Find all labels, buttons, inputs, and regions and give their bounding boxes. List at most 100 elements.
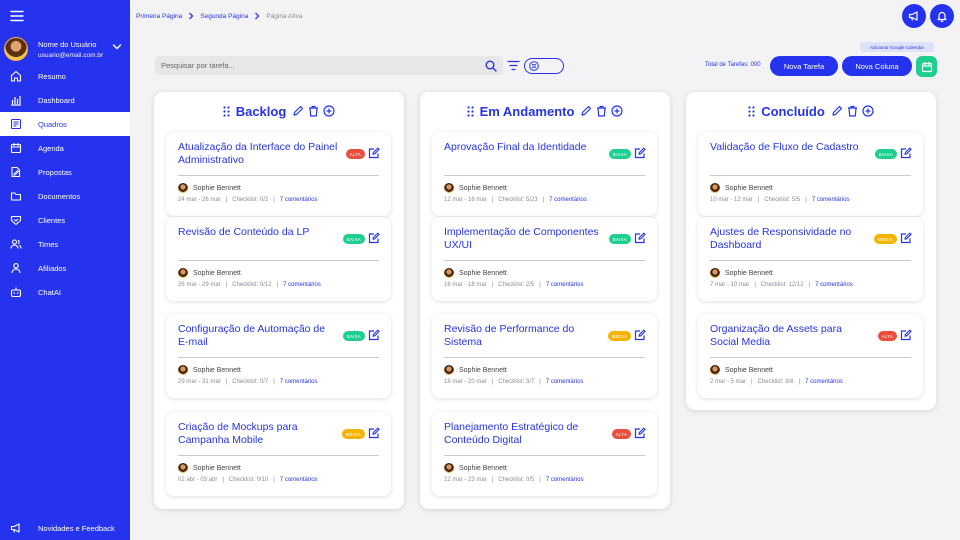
edit-column-icon[interactable] [292, 105, 304, 117]
add-card-icon[interactable] [611, 105, 624, 117]
edit-icon[interactable] [634, 427, 646, 439]
column-header: Backlog [154, 92, 404, 130]
add-card-icon[interactable] [323, 105, 335, 117]
card-title[interactable]: Ajustes de Responsividade no Dashboard [710, 226, 870, 252]
card-dates: 18 mar - 20 mar [444, 379, 487, 385]
sidebar-item-resumo[interactable]: Resumo [0, 64, 130, 88]
chevron-down-icon[interactable] [112, 43, 122, 51]
sidebar-item-label: Dashboard [38, 95, 75, 105]
card-title[interactable]: Revisão de Conteúdo da LP [178, 226, 338, 239]
card-title[interactable]: Implementação de Componentes UX/UI [444, 226, 604, 252]
google-calendar-button[interactable]: Adicionar Google Calendar [860, 42, 934, 52]
task-card[interactable]: Configuração de Automação de E-mail BAIXA… [166, 314, 391, 398]
meta-separator: | [225, 282, 228, 288]
edit-icon[interactable] [368, 427, 380, 439]
search-icon[interactable] [485, 60, 497, 72]
sidebar-item-clientes[interactable]: Clientes [0, 208, 130, 232]
card-comments-link[interactable]: 7 comentários [280, 379, 318, 385]
priority-badge: BAIXA [608, 149, 631, 159]
task-card[interactable]: Atualização da Interface do Painel Admin… [166, 132, 391, 216]
delete-column-icon[interactable] [596, 105, 607, 117]
sidebar-item-afiliados[interactable]: Afiliados [0, 256, 130, 280]
sidebar-item-dashboard[interactable]: Dashboard [0, 88, 130, 112]
edit-icon[interactable] [368, 147, 380, 159]
sidebar-item-label: Clientes [38, 215, 66, 225]
avatar [178, 183, 188, 193]
user-profile[interactable]: Nome do Usuário usuario@email.com.br [4, 35, 128, 63]
edit-icon[interactable] [900, 147, 912, 159]
add-card-icon[interactable] [862, 105, 874, 117]
task-card[interactable]: Revisão de Conteúdo da LP BAIXA Sophie Ben… [166, 217, 391, 301]
card-meta: 02 abr - 03 abr | Checklist: 0/10 | 7 coment… [178, 477, 318, 483]
task-card[interactable]: Ajustes de Responsividade no Dashboard MÉ… [698, 217, 923, 301]
sidebar-item-documentos[interactable]: Documentos [0, 184, 130, 208]
meta-separator: | [491, 477, 494, 483]
card-assignee: Sophie Bennett [178, 463, 241, 473]
card-comments-link[interactable]: 7 comentários [283, 282, 321, 288]
breadcrumb-link[interactable]: Segunda Página [200, 13, 248, 20]
drag-handle-icon[interactable] [466, 105, 474, 117]
card-comments-link[interactable]: 7 comentários [805, 379, 843, 385]
task-card[interactable]: Aprovação Final da Identidade BAIXA Sophie… [432, 132, 657, 216]
edit-column-icon[interactable] [580, 105, 592, 117]
breadcrumb-link[interactable]: Primeira Página [136, 13, 182, 20]
card-title[interactable]: Organização de Assets para Social Media [710, 323, 870, 349]
card-dates: 12 mar - 16 mar [444, 197, 487, 203]
new-column-button[interactable]: Nova Coluna [842, 56, 912, 76]
meta-separator: | [222, 477, 224, 483]
edit-icon[interactable] [634, 329, 646, 341]
sidebar-item-propostas[interactable]: Propostas [0, 160, 130, 184]
task-card[interactable]: Implementação de Componentes UX/UI BAIXA S… [432, 217, 657, 301]
card-title[interactable]: Revisão de Performance do Sistema [444, 323, 604, 349]
card-title[interactable]: Criação de Mockups para Campanha Mobile [178, 421, 338, 447]
sidebar-item-times[interactable]: Times [0, 232, 130, 256]
card-comments-link[interactable]: 7 comentários [815, 282, 853, 288]
card-comments-link[interactable]: 7 comentários [549, 197, 587, 203]
card-comments-link[interactable]: 7 comentários [812, 197, 850, 203]
task-card[interactable]: Planejamento Estratégico de Conteúdo Dig… [432, 412, 657, 496]
column-header: Concluído [686, 92, 936, 130]
edit-icon[interactable] [368, 232, 380, 244]
card-assignee: Sophie Bennett [444, 183, 507, 193]
drag-handle-icon[interactable] [223, 105, 230, 117]
card-title[interactable]: Atualização da Interface do Painel Admin… [178, 141, 338, 167]
bell-icon [936, 10, 948, 22]
sidebar-item-chatai[interactable]: ChatAI [0, 280, 130, 304]
card-title[interactable]: Validação de Fluxo de Cadastro [710, 141, 870, 154]
priority-badge: MÉDIA [607, 331, 631, 341]
edit-icon[interactable] [900, 329, 912, 341]
task-card[interactable]: Criação de Mockups para Campanha Mobile M… [166, 412, 391, 496]
edit-icon[interactable] [900, 232, 912, 244]
card-title[interactable]: Planejamento Estratégico de Conteúdo Dig… [444, 421, 604, 447]
folder-icon [10, 190, 22, 202]
edit-icon[interactable] [634, 147, 646, 159]
card-comments-link[interactable]: 7 comentários [546, 477, 584, 483]
announcements-button[interactable] [902, 4, 926, 28]
card-comments-link[interactable]: 7 comentários [280, 197, 318, 203]
meta-separator: | [276, 282, 279, 288]
edit-column-icon[interactable] [831, 105, 843, 117]
card-comments-link[interactable]: 7 comentários [546, 379, 584, 385]
delete-column-icon[interactable] [308, 105, 319, 117]
calendar-sync-button[interactable] [916, 56, 937, 77]
task-card[interactable]: Revisão de Performance do Sistema MÉDIA So… [432, 314, 657, 398]
task-card[interactable]: Validação de Fluxo de Cadastro BAIXA Sophi… [698, 132, 923, 216]
delete-column-icon[interactable] [847, 105, 858, 117]
card-title[interactable]: Aprovação Final da Identidade [444, 141, 604, 154]
card-comments-link[interactable]: 7 comentários [280, 477, 318, 483]
sidebar-item-quadros[interactable]: Quadros [0, 112, 130, 136]
menu-icon[interactable] [10, 10, 24, 22]
edit-icon[interactable] [368, 329, 380, 341]
card-comments-link[interactable]: 7 comentários [546, 282, 584, 288]
drag-handle-icon[interactable] [748, 105, 755, 117]
sidebar-item-agenda[interactable]: Agenda [0, 136, 130, 160]
sidebar-item-feedback[interactable]: Novidades e Feedback [0, 516, 130, 540]
card-title[interactable]: Configuração de Automação de E-mail [178, 323, 338, 349]
task-card[interactable]: Organização de Assets para Social Media A… [698, 314, 923, 398]
edit-icon[interactable] [634, 232, 646, 244]
filter-icon[interactable] [507, 60, 520, 71]
view-toggle[interactable] [524, 58, 564, 74]
search-input[interactable]: Pesquisar por tarefa... [155, 56, 503, 75]
notifications-button[interactable] [930, 4, 954, 28]
new-task-button[interactable]: Nova Tarefa [770, 56, 838, 76]
